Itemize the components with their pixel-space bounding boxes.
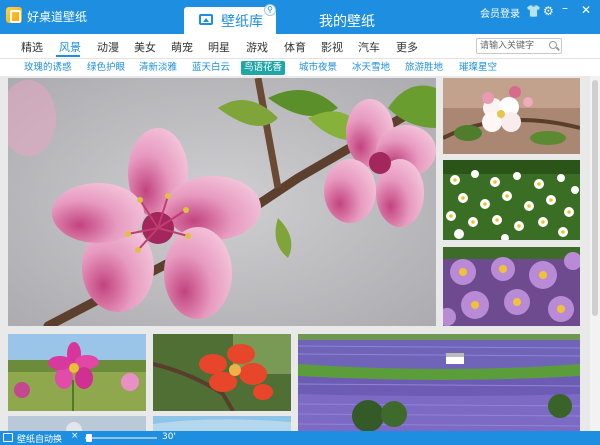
interval-slider[interactable] <box>85 434 157 442</box>
category-item[interactable]: 影视 <box>321 39 343 55</box>
shirt-icon[interactable]: 👕 <box>526 4 541 18</box>
subtag-item[interactable]: 绿色护眼 <box>84 61 128 75</box>
wallpaper-tile-partial[interactable] <box>153 416 291 431</box>
login-link[interactable]: 会员登录 <box>480 5 520 20</box>
subtag-item[interactable]: 蓝天白云 <box>189 61 233 75</box>
subtag-item[interactable]: 冰天雪地 <box>349 61 393 75</box>
category-item[interactable]: 汽车 <box>358 39 380 55</box>
auto-switch-toggle[interactable]: 壁纸自动换 <box>17 432 62 445</box>
minimize-icon[interactable]: – <box>562 1 568 15</box>
wallpaper-tile-lavender-field[interactable] <box>298 334 580 431</box>
wallpaper-tile-red-flower[interactable] <box>153 334 291 411</box>
category-item[interactable]: 更多 <box>396 39 418 55</box>
category-item[interactable]: 美女 <box>134 39 156 55</box>
close-icon[interactable]: ✕ <box>581 3 591 17</box>
wallpaper-tile-apple-blossom[interactable] <box>443 78 580 154</box>
gear-icon[interactable]: ⚙ <box>543 4 554 18</box>
image-icon <box>199 14 213 25</box>
wallpaper-gallery <box>0 76 600 431</box>
search-input[interactable] <box>480 40 546 52</box>
status-bar: 壁纸自动换 × 30' <box>0 431 600 445</box>
title-bar: 好桌道壁纸 壁纸库 ⚲ 我的壁纸 会员登录 👕 ⚙ – ✕ <box>0 0 600 34</box>
wallpaper-tile-daisy-field[interactable] <box>443 160 580 240</box>
app-logo-icon <box>6 7 22 23</box>
wallpaper-icon <box>3 433 13 442</box>
tab-my-wallpaper[interactable]: 我的壁纸 <box>319 11 375 31</box>
category-item-active[interactable]: 风景 <box>59 39 81 55</box>
tab-label: 壁纸库 <box>221 14 263 30</box>
category-item[interactable]: 明星 <box>208 39 230 55</box>
slider-handle[interactable] <box>86 434 92 442</box>
category-item[interactable]: 游戏 <box>246 39 268 55</box>
search-icon[interactable] <box>549 41 557 49</box>
scrollbar-thumb[interactable] <box>592 80 598 316</box>
subtag-bar: 玫瑰的诱惑 绿色护眼 清新淡雅 蓝天白云 鸟语花香 城市夜景 冰天雪地 旅游胜地… <box>0 58 600 76</box>
subtag-item[interactable]: 玫瑰的诱惑 <box>21 61 75 75</box>
subtag-item-active[interactable]: 鸟语花香 <box>241 61 286 75</box>
subtag-item[interactable]: 璀璨星空 <box>456 61 500 75</box>
category-item[interactable]: 体育 <box>284 39 306 55</box>
wallpaper-tile-partial[interactable] <box>8 416 146 431</box>
tab-wallpaper-library[interactable]: 壁纸库 ⚲ <box>184 4 276 34</box>
wallpaper-tile-cosmos[interactable] <box>8 334 146 411</box>
wallpaper-tile-purple-flowers[interactable] <box>443 247 580 326</box>
active-category-underline <box>56 55 80 57</box>
app-title: 好桌道壁纸 <box>27 10 88 24</box>
close-icon[interactable]: × <box>71 431 79 441</box>
subtag-item[interactable]: 城市夜景 <box>296 61 340 75</box>
search-box[interactable] <box>476 38 562 54</box>
category-item[interactable]: 精选 <box>21 39 43 55</box>
search-icon[interactable]: ⚲ <box>264 4 276 16</box>
interval-value: 30' <box>162 432 176 442</box>
vertical-scrollbar[interactable] <box>590 76 600 431</box>
category-item[interactable]: 萌宠 <box>171 39 193 55</box>
category-item[interactable]: 动漫 <box>97 39 119 55</box>
wallpaper-tile-peach-blossom[interactable] <box>8 78 436 326</box>
subtag-item[interactable]: 清新淡雅 <box>136 61 180 75</box>
subtag-item[interactable]: 旅游胜地 <box>402 61 446 75</box>
